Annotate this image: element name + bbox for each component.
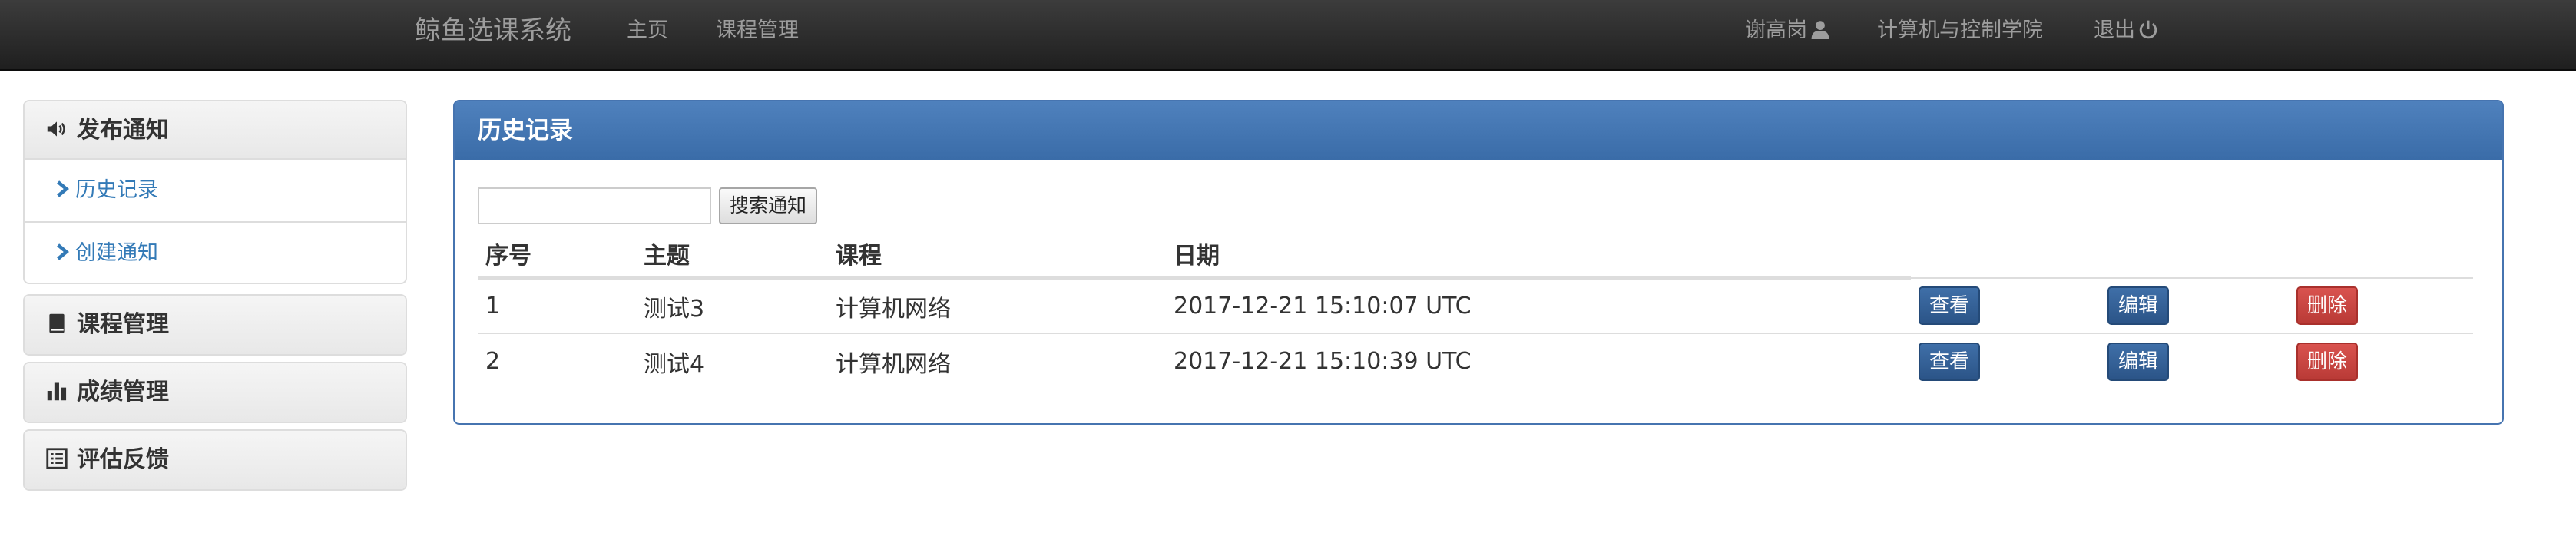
cell-date: 2017-12-21 15:10:39 UTC — [1166, 333, 1911, 389]
view-button[interactable]: 查看 — [1919, 342, 1981, 381]
logout-link[interactable]: 退出 — [2094, 0, 2158, 61]
history-panel: 历史记录 搜索通知 序号 主题 课程 日期 1 测试3 计算机网络 2017-1… — [453, 100, 2504, 425]
cell-edit: 编辑 — [2100, 333, 2289, 389]
nav-home-link[interactable]: 主页 — [627, 0, 668, 61]
cell-view: 查看 — [1911, 277, 2100, 333]
book-icon — [46, 298, 69, 356]
column-header-edit — [2100, 230, 2289, 278]
cell-delete: 删除 — [2289, 277, 2473, 333]
chevron-right-icon — [57, 180, 70, 197]
sidebar-section-label: 课程管理 — [77, 311, 169, 338]
delete-button[interactable]: 删除 — [2296, 342, 2359, 381]
sidebar-panel-grades: 成绩管理 — [23, 362, 407, 423]
column-header-subject: 主题 — [636, 230, 828, 280]
brand-title[interactable]: 鲸鱼选课系统 — [415, 0, 571, 61]
search-input[interactable] — [478, 187, 711, 224]
user-icon — [1811, 21, 1829, 39]
sidebar-panel-feedback: 评估反馈 — [23, 429, 407, 491]
sidebar-section-label: 发布通知 — [77, 117, 169, 144]
cell-subject: 测试4 — [636, 333, 828, 389]
chevron-right-icon — [57, 243, 70, 260]
power-icon — [2139, 20, 2157, 39]
view-button[interactable]: 查看 — [1919, 286, 1981, 325]
sidebar-section-feedback[interactable]: 评估反馈 — [25, 431, 406, 489]
cell-edit: 编辑 — [2100, 277, 2289, 333]
edit-button[interactable]: 编辑 — [2107, 286, 2170, 325]
cell-course: 计算机网络 — [828, 277, 1166, 333]
delete-button[interactable]: 删除 — [2296, 286, 2359, 325]
history-table: 序号 主题 课程 日期 1 测试3 计算机网络 2017-12-21 15:10… — [478, 230, 2473, 389]
user-menu[interactable]: 谢高岗 — [1745, 0, 1830, 61]
sidebar-panel-courses: 课程管理 — [23, 294, 407, 356]
cell-index: 2 — [478, 333, 636, 389]
edit-button[interactable]: 编辑 — [2107, 342, 2170, 381]
sidebar-panel-notices: 发布通知 历史记录 创建通知 — [23, 100, 407, 284]
column-header-view — [1911, 230, 2100, 278]
sidebar-item-history[interactable]: 历史记录 — [25, 160, 406, 221]
column-header-course: 课程 — [828, 230, 1166, 280]
department-link[interactable]: 计算机与控制学院 — [1877, 0, 2043, 61]
user-name: 谢高岗 — [1745, 18, 1807, 42]
table-row: 2 测试4 计算机网络 2017-12-21 15:10:39 UTC 查看 编… — [478, 333, 2473, 389]
cell-delete: 删除 — [2289, 333, 2473, 389]
cell-subject: 测试3 — [636, 277, 828, 333]
search-notice-button[interactable]: 搜索通知 — [719, 187, 818, 224]
logout-label: 退出 — [2094, 18, 2135, 42]
sidebar-section-label: 成绩管理 — [77, 379, 169, 406]
nav-course-management-link[interactable]: 课程管理 — [716, 0, 799, 61]
sidebar-item-label: 历史记录 — [75, 178, 158, 202]
volume-icon — [46, 104, 69, 162]
cell-course: 计算机网络 — [828, 333, 1166, 389]
column-header-index: 序号 — [478, 230, 636, 280]
list-alt-icon — [46, 433, 69, 492]
sidebar-section-notices[interactable]: 发布通知 — [25, 101, 406, 160]
column-header-date: 日期 — [1166, 230, 1911, 280]
sidebar-item-create-notice[interactable]: 创建通知 — [25, 221, 406, 283]
top-navbar: 鲸鱼选课系统 主页 课程管理 谢高岗 计算机与控制学院 退出 — [0, 0, 2576, 71]
sidebar-item-label: 创建通知 — [75, 241, 158, 265]
cell-view: 查看 — [1911, 333, 2100, 389]
column-header-delete — [2289, 230, 2473, 278]
bar-chart-icon — [46, 366, 69, 424]
sidebar-section-grade-management[interactable]: 成绩管理 — [25, 363, 406, 422]
table-header-row: 序号 主题 课程 日期 — [478, 230, 2473, 280]
table-row: 1 测试3 计算机网络 2017-12-21 15:10:07 UTC 查看 编… — [478, 277, 2473, 333]
cell-index: 1 — [478, 277, 636, 333]
panel-title: 历史记录 — [455, 101, 2502, 160]
sidebar-section-course-management[interactable]: 课程管理 — [25, 296, 406, 354]
cell-date: 2017-12-21 15:10:07 UTC — [1166, 277, 1911, 333]
sidebar-section-label: 评估反馈 — [77, 446, 169, 473]
